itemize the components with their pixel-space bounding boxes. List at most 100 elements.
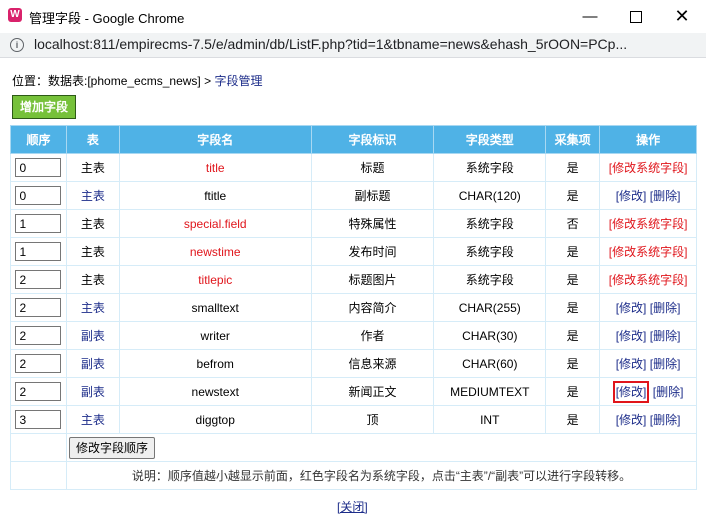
table-type-link[interactable]: 副表	[81, 385, 105, 399]
header-field-name: 字段名	[118, 125, 312, 154]
collect-flag: 是	[545, 377, 601, 406]
field-name: special.field	[183, 216, 247, 231]
field-type: INT	[433, 405, 547, 434]
edit-field-link[interactable]: [修改]	[616, 301, 647, 315]
edit-field-link[interactable]: [修改]	[616, 357, 647, 371]
close-link[interactable]: [关闭]	[337, 498, 368, 515]
actions-cell: [修改] [删除]	[599, 293, 697, 322]
table-row: 主表ftitle副标题CHAR(120)是[修改] [删除]	[10, 181, 697, 210]
breadcrumb-table-link[interactable]: 数据表:[phome_ecms_news]	[48, 74, 201, 88]
table-type-link: 主表	[80, 217, 105, 231]
actions-cell: [修改系统字段]	[599, 265, 697, 294]
table-type-link: 主表	[80, 161, 105, 175]
table-type-link[interactable]: 主表	[81, 189, 105, 203]
url-text[interactable]: localhost:811/empirecms-7.5/e/admin/db/L…	[34, 36, 627, 52]
table-type-link[interactable]: 主表	[81, 413, 105, 427]
update-order-button[interactable]: 修改字段顺序	[68, 436, 155, 459]
window-title: 管理字段 - Google Chrome	[29, 11, 185, 26]
table-row: 主表smalltext内容简介CHAR(255)是[修改] [删除]	[10, 293, 697, 322]
order-input[interactable]	[15, 382, 62, 401]
field-label: 副标题	[310, 181, 435, 210]
table-type-link[interactable]: 副表	[81, 357, 105, 371]
breadcrumb-page-link[interactable]: 字段管理	[214, 74, 262, 88]
field-type: CHAR(30)	[433, 321, 547, 350]
actions-cell: [修改系统字段]	[599, 237, 697, 266]
table-header-row: 顺序 表 字段名 字段标识 字段类型 采集项 操作	[10, 125, 697, 154]
edit-field-link[interactable]: [修改]	[616, 329, 647, 343]
field-type: 系统字段	[433, 209, 547, 238]
edit-field-link[interactable]: [修改]	[616, 413, 647, 427]
collect-flag: 是	[545, 237, 601, 266]
maximize-icon	[630, 11, 642, 24]
field-label: 作者	[310, 321, 435, 350]
field-label: 发布时间	[310, 237, 435, 266]
order-input[interactable]	[15, 214, 62, 233]
field-type: CHAR(255)	[433, 293, 547, 322]
order-input[interactable]	[15, 410, 62, 429]
field-label: 特殊属性	[310, 209, 435, 238]
field-name: newstime	[189, 244, 241, 259]
table-row: 主表 titlepic 标题图片系统字段是 [修改系统字段]	[10, 265, 697, 294]
field-type: 系统字段	[433, 237, 547, 266]
field-label: 顶	[310, 405, 435, 434]
actions-cell: [修改系统字段]	[599, 209, 697, 238]
order-input[interactable]	[15, 158, 62, 177]
field-label: 内容简介	[310, 293, 435, 322]
delete-field-link[interactable]: [删除]	[653, 385, 684, 399]
table-row: 主表 title 标题系统字段是 [修改系统字段]	[10, 153, 697, 182]
note-text: 说明：顺序值越小越显示前面，红色字段名为系统字段，点击“主表”/“副表”可以进行…	[65, 461, 698, 490]
field-type: CHAR(60)	[433, 349, 547, 378]
maximize-button[interactable]	[613, 0, 659, 33]
delete-field-link[interactable]: [删除]	[650, 329, 681, 343]
actions-cell: [修改] [删除]	[599, 181, 697, 210]
collect-flag: 是	[545, 181, 601, 210]
field-name: newstext	[191, 384, 239, 399]
edit-system-field-link[interactable]: [修改系统字段]	[609, 217, 688, 231]
delete-field-link[interactable]: [删除]	[650, 357, 681, 371]
actions-cell: [修改] [删除]	[599, 321, 697, 350]
field-name: ftitle	[204, 188, 227, 203]
table-type-link[interactable]: 主表	[81, 301, 105, 315]
app-icon: W	[8, 8, 22, 22]
delete-field-link[interactable]: [删除]	[650, 413, 681, 427]
table-row: 副表newstext新闻正文MEDIUMTEXT是[修改] [删除]	[10, 377, 697, 406]
breadcrumb-separator: >	[200, 74, 215, 88]
edit-system-field-link[interactable]: [修改系统字段]	[609, 273, 688, 287]
field-type: MEDIUMTEXT	[433, 377, 547, 406]
table-type-link[interactable]: 副表	[81, 329, 105, 343]
table-row: 主表 newstime 发布时间系统字段是 [修改系统字段]	[10, 237, 697, 266]
order-input[interactable]	[15, 326, 62, 345]
field-name: titlepic	[198, 272, 233, 287]
field-label: 信息来源	[310, 349, 435, 378]
field-table: 顺序 表 字段名 字段标识 字段类型 采集项 操作 主表title标题系统字段是…	[10, 125, 698, 490]
order-input[interactable]	[15, 354, 62, 373]
actions-cell: [修改] [删除]	[599, 377, 697, 406]
delete-field-link[interactable]: [删除]	[650, 189, 681, 203]
order-input[interactable]	[15, 242, 62, 261]
table-row: 副表writer作者CHAR(30)是[修改] [删除]	[10, 321, 697, 350]
delete-field-link[interactable]: [删除]	[650, 301, 681, 315]
header-order: 顺序	[10, 125, 67, 154]
close-window-button[interactable]: ✕	[659, 0, 705, 33]
order-input[interactable]	[15, 298, 62, 317]
table-row: 副表befrom信息来源CHAR(60)是[修改] [删除]	[10, 349, 697, 378]
collect-flag: 是	[545, 405, 601, 434]
table-row: 主表 special.field 特殊属性系统字段否 [修改系统字段]	[10, 209, 697, 238]
field-name: befrom	[196, 356, 234, 371]
field-name: writer	[200, 328, 230, 343]
header-actions: 操作	[599, 125, 697, 154]
order-input[interactable]	[15, 186, 62, 205]
field-label: 标题图片	[310, 265, 435, 294]
edit-field-link[interactable]: [修改]	[612, 381, 650, 403]
edit-system-field-link[interactable]: [修改系统字段]	[609, 161, 688, 175]
edit-system-field-link[interactable]: [修改系统字段]	[609, 245, 688, 259]
window-titlebar: W 管理字段 - Google Chrome — ✕	[0, 0, 706, 33]
edit-field-link[interactable]: [修改]	[616, 189, 647, 203]
field-label: 标题	[310, 153, 435, 182]
address-bar[interactable]: i localhost:811/empirecms-7.5/e/admin/db…	[0, 33, 706, 58]
order-input[interactable]	[15, 270, 62, 289]
info-icon[interactable]: i	[10, 38, 24, 52]
add-field-button[interactable]: 增加字段	[12, 95, 77, 119]
minimize-button[interactable]: —	[567, 0, 613, 33]
field-name: smalltext	[191, 300, 239, 315]
